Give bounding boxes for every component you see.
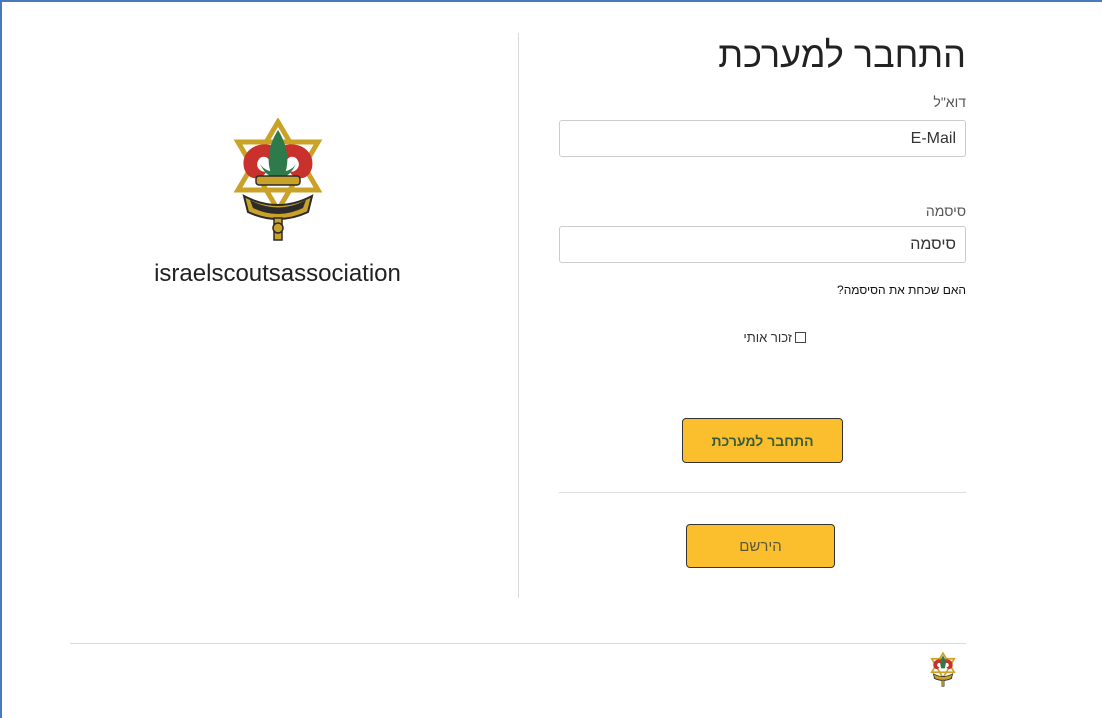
- password-label: סיסמה: [925, 203, 966, 219]
- form-divider: [559, 492, 966, 493]
- window-frame-top: [0, 0, 1102, 2]
- password-field[interactable]: [559, 226, 966, 263]
- footer-divider: [70, 643, 966, 644]
- register-button[interactable]: הירשם: [686, 524, 835, 568]
- login-button[interactable]: התחבר למערכת: [682, 418, 843, 463]
- remember-me[interactable]: זכור אותי: [743, 330, 806, 345]
- window-frame-left: [0, 0, 2, 718]
- footer-scouts-emblem-icon: [930, 652, 956, 687]
- remember-me-label: זכור אותי: [743, 330, 792, 345]
- brand-name: israelscoutsassociation: [154, 260, 401, 287]
- vertical-divider: [518, 33, 519, 598]
- email-label: דוא"ל: [933, 94, 966, 110]
- forgot-password-link[interactable]: האם שכחת את הסיסמה?: [837, 283, 966, 297]
- email-field[interactable]: [559, 120, 966, 157]
- page-title: התחבר למערכת: [718, 34, 966, 75]
- remember-me-checkbox[interactable]: [795, 332, 806, 343]
- scouts-emblem-icon: [233, 118, 323, 241]
